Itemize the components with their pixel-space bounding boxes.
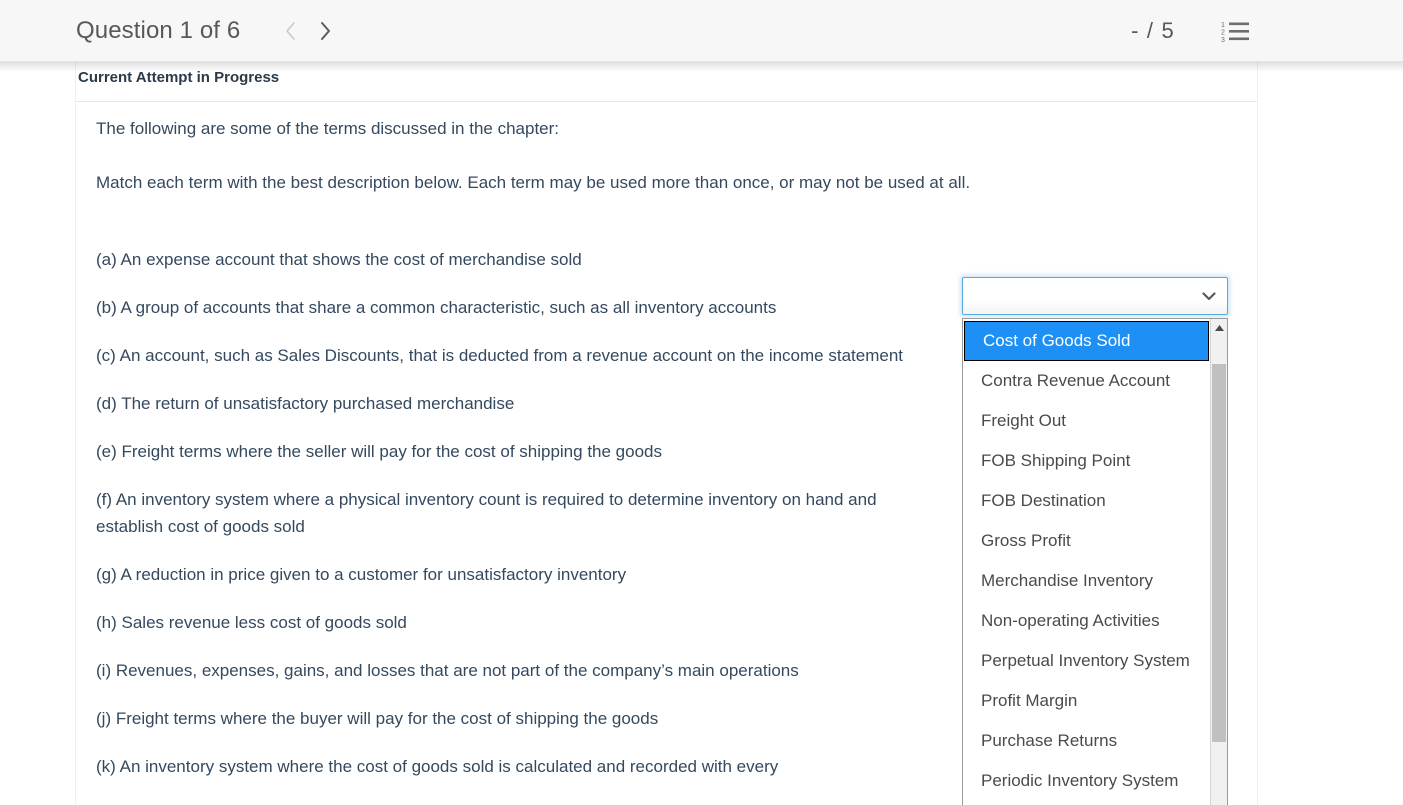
term-select-wrapper: Cost of Goods Sold Contra Revenue Accoun… xyxy=(962,277,1228,805)
svg-text:3: 3 xyxy=(1221,37,1225,43)
question-card: Current Attempt in Progress The followin… xyxy=(75,62,1258,805)
attempt-status: Current Attempt in Progress xyxy=(78,69,280,86)
page-title: Question 1 of 6 xyxy=(76,16,241,44)
match-item-k: (k) An inventory system where the cost o… xyxy=(96,757,779,776)
question-nav xyxy=(274,14,342,48)
match-item-f: (f) An inventory system where a physical… xyxy=(96,490,877,536)
dropdown-option[interactable]: Merchandise Inventory xyxy=(963,561,1210,601)
term-select-dropdown[interactable]: Cost of Goods Sold Contra Revenue Accoun… xyxy=(962,318,1228,805)
dropdown-option[interactable]: Perpetual Inventory System xyxy=(963,641,1210,681)
score-display: - / 5 xyxy=(1131,17,1175,43)
chevron-right-icon xyxy=(318,20,332,42)
dropdown-option[interactable]: Cost of Goods Sold xyxy=(964,321,1209,361)
question-header-bar: Question 1 of 6 - / 5 1 2 3 xyxy=(0,0,1403,72)
match-item-h: (h) Sales revenue less cost of goods sol… xyxy=(96,613,407,632)
intro-line-2: Match each term with the best descriptio… xyxy=(96,173,971,192)
match-item-d: (d) The return of unsatisfactory purchas… xyxy=(96,394,515,413)
dropdown-option[interactable]: FOB Shipping Point xyxy=(963,441,1210,481)
term-select-a[interactable] xyxy=(962,277,1228,315)
chevron-left-icon xyxy=(284,20,298,42)
svg-text:1: 1 xyxy=(1221,22,1225,29)
match-items-list: (a) An expense account that shows the co… xyxy=(96,246,926,780)
dropdown-option[interactable]: Gross Profit xyxy=(963,521,1210,561)
dropdown-option[interactable]: Purchase Discounts xyxy=(963,801,1210,805)
svg-text:2: 2 xyxy=(1221,29,1225,36)
scroll-up-arrow-icon[interactable] xyxy=(1211,319,1227,336)
next-question-button[interactable] xyxy=(308,14,342,48)
match-item-c: (c) An account, such as Sales Discounts,… xyxy=(96,346,903,365)
dropdown-option[interactable]: Freight Out xyxy=(963,401,1210,441)
dropdown-option[interactable]: Purchase Returns xyxy=(963,721,1210,761)
question-page: Question 1 of 6 - / 5 1 2 3 Current Atte… xyxy=(0,0,1403,805)
question-body: The following are some of the terms disc… xyxy=(76,102,1257,805)
match-item-a: (a) An expense account that shows the co… xyxy=(96,250,582,269)
intro-line-1: The following are some of the terms disc… xyxy=(96,119,560,138)
header-right-group: - / 5 1 2 3 xyxy=(1131,18,1403,44)
match-item-b: (b) A group of accounts that share a com… xyxy=(96,298,777,317)
dropdown-option[interactable]: FOB Destination xyxy=(963,481,1210,521)
match-item-j: (j) Freight terms where the buyer will p… xyxy=(96,709,659,728)
match-item-g: (g) A reduction in price given to a cust… xyxy=(96,565,627,584)
dropdown-option-list: Cost of Goods Sold Contra Revenue Accoun… xyxy=(963,319,1210,805)
scrollbar-thumb[interactable] xyxy=(1212,364,1226,742)
previous-question-button[interactable] xyxy=(274,14,308,48)
chevron-down-icon xyxy=(1200,287,1218,305)
dropdown-option[interactable]: Contra Revenue Account xyxy=(963,361,1210,401)
dropdown-scrollbar[interactable] xyxy=(1210,319,1227,805)
dropdown-option[interactable]: Periodic Inventory System xyxy=(963,761,1210,801)
numbered-list-icon[interactable]: 1 2 3 xyxy=(1221,19,1251,44)
match-item-e: (e) Freight terms where the seller will … xyxy=(96,442,662,461)
dropdown-option[interactable]: Profit Margin xyxy=(963,681,1210,721)
match-item-i: (i) Revenues, expenses, gains, and losse… xyxy=(96,661,799,680)
dropdown-option[interactable]: Non-operating Activities xyxy=(963,601,1210,641)
